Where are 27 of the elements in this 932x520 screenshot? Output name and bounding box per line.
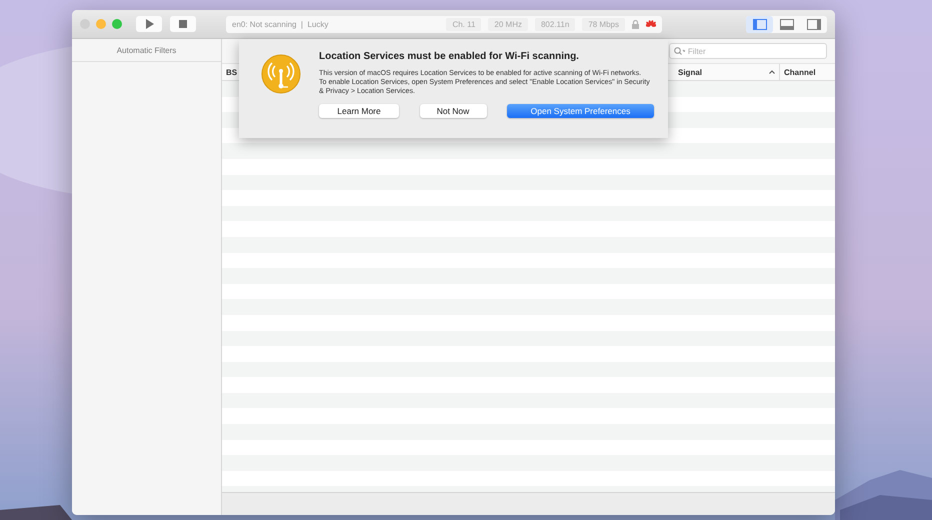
search-icon — [674, 47, 685, 55]
view-toggle[interactable] — [746, 16, 773, 32]
alert-title: Location Services must be enabled for Wi-Fi scanning. — [319, 51, 580, 62]
play-button[interactable] — [136, 16, 162, 32]
panel-layout-icon — [780, 18, 794, 30]
dialog-button[interactable]: Open System Preferences — [507, 104, 654, 118]
dialog-button[interactable]: Not Now — [420, 104, 486, 118]
dialog-button[interactable]: Learn More — [319, 104, 399, 118]
filter-input[interactable]: Filter — [688, 46, 822, 56]
column-header[interactable]: Channel — [779, 64, 835, 80]
info-chip: 802.11n — [534, 18, 576, 30]
info-chip: Ch. 11 — [446, 18, 482, 30]
sort-caret-icon — [769, 70, 775, 74]
stop-button[interactable] — [170, 16, 196, 32]
sidebar-header: Automatic Filters — [116, 46, 176, 54]
filter-field[interactable]: Filter — [669, 43, 827, 59]
status-text: en0: Not scanning | Lucky — [232, 20, 330, 28]
column-header[interactable]: Signal — [674, 64, 779, 80]
wifi-antenna-icon — [261, 54, 301, 94]
info-chip: 78 Mbps — [582, 18, 625, 30]
panel-layout-icon — [752, 18, 766, 30]
flower-logo-icon — [646, 20, 656, 28]
play-icon — [144, 19, 154, 29]
lock-icon — [632, 20, 639, 28]
stop-icon — [179, 20, 187, 28]
info-chip: 20 MHz — [488, 18, 528, 30]
panel-layout-icon — [806, 18, 820, 30]
